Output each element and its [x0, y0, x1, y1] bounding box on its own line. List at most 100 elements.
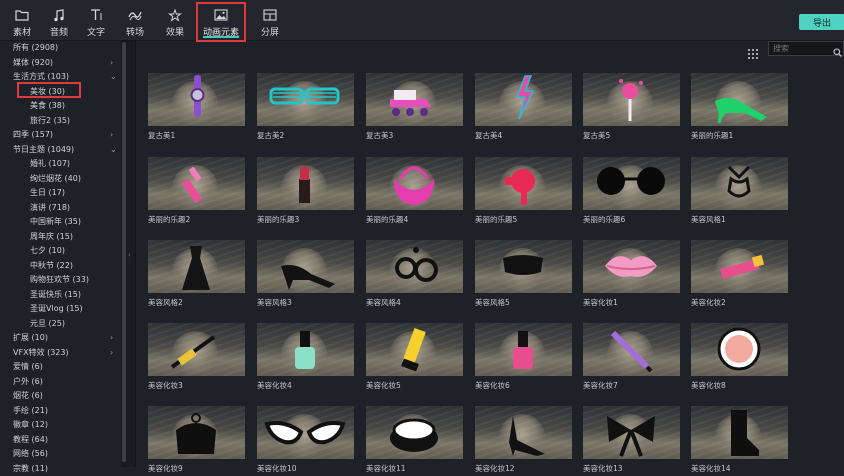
tab-transitions[interactable]: 转场: [113, 0, 157, 40]
chevron-right-icon[interactable]: ›: [110, 331, 113, 345]
tile-thumbnail: [475, 406, 572, 459]
sidebar-scrollbar-thumb[interactable]: [122, 42, 126, 462]
tile-label: 美容风格4: [366, 298, 401, 307]
element-tile[interactable]: 美丽的乐趣3: [257, 157, 354, 224]
tab-label: 音频: [49, 28, 68, 38]
element-tile[interactable]: 美容化妆7: [583, 323, 680, 390]
sidebar-item[interactable]: 手绘 (21): [0, 404, 121, 418]
sidebar-item-label: 教程 (64): [13, 434, 48, 444]
selection-highlight-box: [17, 82, 81, 98]
sidebar-item-label: 户外 (6): [13, 376, 43, 386]
sidebar-item[interactable]: 婚礼 (107): [0, 157, 121, 171]
element-tile[interactable]: 美容风格4: [366, 240, 463, 307]
element-tile[interactable]: 复古美1: [148, 73, 245, 140]
element-tile[interactable]: 美容风格5: [475, 240, 572, 307]
element-tile[interactable]: 美容化妆12: [475, 406, 572, 473]
category-sidebar: 所有 (2908) 媒体 (920) › 生活方式 (103) ⌄ 美妆 (30) 美食 (…: [0, 41, 121, 473]
sidebar-item[interactable]: 教程 (64): [0, 433, 121, 447]
element-tile[interactable]: 美丽的乐趣4: [366, 157, 463, 224]
element-tile[interactable]: 复古美5: [583, 73, 680, 140]
purple-watch-icon: [190, 75, 205, 117]
sidebar-item[interactable]: VFX特效 (323) ›: [0, 346, 121, 360]
element-tile[interactable]: 美容化妆13: [583, 406, 680, 473]
sidebar-item[interactable]: 媒体 (920) ›: [0, 56, 121, 70]
element-tile[interactable]: 美容风格3: [257, 240, 354, 307]
sidebar-item[interactable]: 圣诞快乐 (15): [0, 288, 121, 302]
sidebar-item[interactable]: 旅行2 (35): [0, 114, 121, 128]
element-tile[interactable]: 复古美4: [475, 73, 572, 140]
sidebar-item[interactable]: 四季 (157) ›: [0, 128, 121, 142]
element-tile[interactable]: 美容化妆6: [475, 323, 572, 390]
tab-effects[interactable]: 效果: [153, 0, 197, 40]
tab-split-screen[interactable]: 分屏: [248, 0, 292, 40]
search-input[interactable]: [773, 42, 829, 55]
element-tile[interactable]: 复古美2: [257, 73, 354, 140]
sidebar-item[interactable]: 圣诞Vlog (15): [0, 302, 121, 316]
sidebar-item-label: 手绘 (21): [13, 405, 48, 415]
element-tile[interactable]: 美丽的乐趣5: [475, 157, 572, 224]
element-tile[interactable]: 美容化妆11: [366, 406, 463, 473]
sidebar-item[interactable]: 徽章 (12): [0, 418, 121, 432]
sidebar-item[interactable]: 绚烂烟花 (40): [0, 172, 121, 186]
sidebar-item[interactable]: 所有 (2908): [0, 41, 121, 55]
tab-label: 效果: [165, 28, 184, 38]
element-tile[interactable]: 复古美3: [366, 73, 463, 140]
sidebar-item[interactable]: 美食 (38): [0, 99, 121, 113]
chevron-right-icon[interactable]: ›: [110, 346, 113, 360]
sidebar-item[interactable]: 元旦 (25): [0, 317, 121, 331]
chevron-right-icon[interactable]: ›: [110, 128, 113, 142]
chevron-down-icon[interactable]: ⌄: [110, 70, 117, 84]
sidebar-item-label: 媒体 (920): [13, 57, 54, 67]
element-tile[interactable]: 美容化妆4: [257, 323, 354, 390]
panel-divider[interactable]: ‹: [127, 41, 136, 467]
element-tile[interactable]: 美丽的乐趣2: [148, 157, 245, 224]
sidebar-item[interactable]: 生日 (17): [0, 186, 121, 200]
sidebar-item-label: 婚礼 (107): [30, 159, 71, 168]
element-tile[interactable]: 美容化妆2: [691, 240, 788, 307]
sidebar-item[interactable]: 烟花 (6): [0, 389, 121, 403]
tile-thumbnail: [583, 73, 680, 126]
element-tile[interactable]: 美容化妆8: [691, 323, 788, 390]
sidebar-item[interactable]: 网络 (56): [0, 447, 121, 461]
chevron-down-icon[interactable]: ⌄: [110, 143, 117, 157]
grid-view-icon[interactable]: [748, 44, 758, 59]
element-tile[interactable]: 美容化妆14: [691, 406, 788, 473]
element-tile[interactable]: 美容化妆5: [366, 323, 463, 390]
tile-label: 美丽的乐趣3: [257, 215, 300, 224]
sidebar-item[interactable]: 户外 (6): [0, 375, 121, 389]
sidebar-item[interactable]: 节日主题 (1049) ⌄: [0, 143, 121, 157]
bow-icon: [607, 416, 655, 457]
sidebar-item[interactable]: 宗教 (11): [0, 462, 121, 476]
element-tile[interactable]: 美容风格1: [691, 157, 788, 224]
sidebar-item[interactable]: 扩展 (10) ›: [0, 331, 121, 345]
tile-label: 美丽的乐趣5: [475, 215, 518, 224]
sidebar-item-label: 中国新年 (35): [30, 217, 81, 226]
export-button[interactable]: 导出: [799, 14, 844, 30]
element-tile[interactable]: 美容化妆10: [257, 406, 354, 473]
element-tile[interactable]: 美丽的乐趣6: [583, 157, 680, 224]
sidebar-item[interactable]: 周年庆 (15): [0, 230, 121, 244]
collapse-arrow-icon[interactable]: ‹: [128, 251, 131, 259]
sidebar-item-label: 扩展 (10): [13, 333, 48, 342]
element-tile[interactable]: 美容化妆1: [583, 240, 680, 307]
pink-handbag-icon: [394, 166, 434, 205]
tile-label: 美容化妆13: [583, 464, 623, 473]
tile-thumbnail: [691, 406, 788, 459]
element-tile[interactable]: 美容风格2: [148, 240, 245, 307]
sidebar-item[interactable]: 七夕 (10): [0, 244, 121, 258]
tile-thumbnail: [691, 157, 788, 210]
chevron-right-icon[interactable]: ›: [110, 56, 113, 70]
teal-shutter-glasses-icon: [269, 87, 340, 105]
sidebar-item[interactable]: 中国新年 (35): [0, 215, 121, 229]
tile-thumbnail: [583, 406, 680, 459]
sidebar-item[interactable]: 购物狂欢节 (33): [0, 273, 121, 287]
element-tile[interactable]: 美容化妆3: [148, 323, 245, 390]
search-icon[interactable]: [833, 43, 842, 62]
element-tile[interactable]: 美丽的乐趣1: [691, 73, 788, 140]
element-tile[interactable]: 美容化妆9: [148, 406, 245, 473]
tab-text[interactable]: 文字: [74, 0, 118, 40]
sidebar-item[interactable]: 爱情 (6): [0, 360, 121, 374]
sidebar-item[interactable]: 演讲 (718): [0, 201, 121, 215]
pink-lipstick-icon: [181, 166, 203, 204]
sidebar-item[interactable]: 中秋节 (22): [0, 259, 121, 273]
